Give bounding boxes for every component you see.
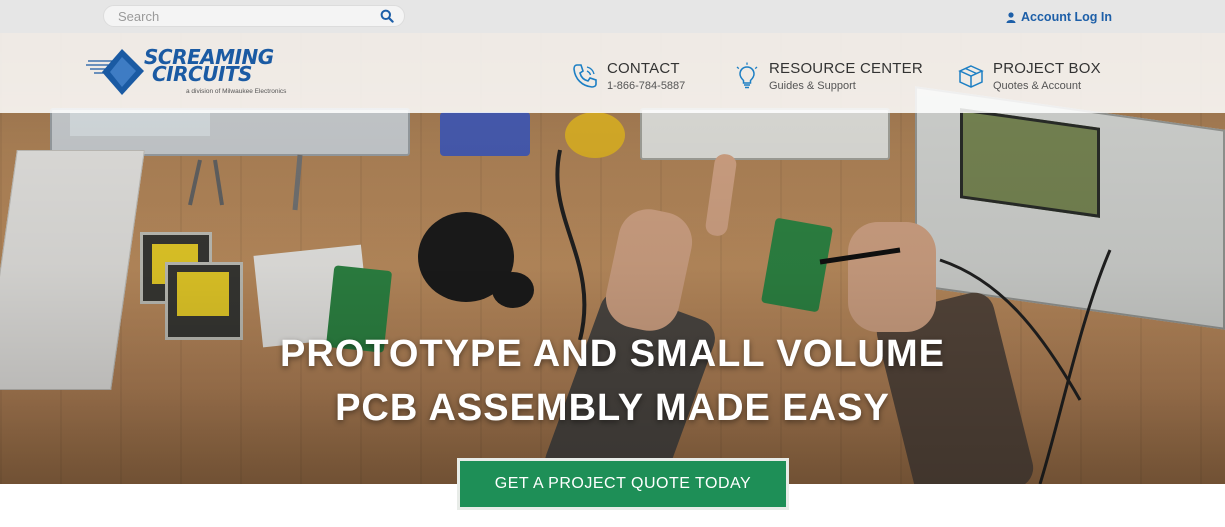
nav-contact[interactable]: CONTACT 1-866-784-5887: [571, 60, 701, 96]
nav-contact-phone: 1-866-784-5887: [607, 80, 686, 92]
main-header: SCREAMING CIRCUITS a division of Milwauk…: [0, 33, 1225, 113]
lightbulb-icon: [736, 62, 758, 89]
utility-bar: Account Log In: [0, 0, 1225, 33]
site-logo[interactable]: SCREAMING CIRCUITS a division of Milwauk…: [86, 43, 296, 105]
hero-headline-line2: PCB ASSEMBLY MADE EASY: [335, 387, 890, 429]
get-quote-button[interactable]: GET A PROJECT QUOTE TODAY: [457, 458, 789, 510]
user-icon: [1006, 11, 1016, 23]
account-login-label: Account Log In: [1021, 10, 1112, 24]
nav-resource-sub: Guides & Support: [769, 80, 856, 92]
hero-headline-line1: PROTOTYPE AND SMALL VOLUME: [279, 333, 945, 375]
search-icon[interactable]: [380, 9, 394, 23]
phone-icon: [573, 64, 597, 88]
account-login-link[interactable]: Account Log In: [1006, 9, 1112, 25]
page: Account Log In SCREAMING CIRCUITS a divi…: [0, 0, 1225, 527]
nav-project-box[interactable]: PROJECT BOX Quotes & Account: [957, 60, 1117, 96]
nav-resource-center[interactable]: RESOURCE CENTER Guides & Support: [733, 60, 933, 96]
search-box: [103, 5, 405, 27]
nav-project-box-title: PROJECT BOX: [993, 60, 1101, 77]
nav-contact-title: CONTACT: [607, 60, 680, 77]
logo-tagline: a division of Milwaukee Electronics: [186, 88, 287, 95]
search-input[interactable]: [118, 8, 368, 25]
nav-resource-title: RESOURCE CENTER: [769, 60, 923, 77]
box-icon: [958, 65, 984, 88]
logo-word-circuits: CIRCUITS: [152, 62, 252, 86]
nav-project-box-sub: Quotes & Account: [993, 80, 1082, 92]
